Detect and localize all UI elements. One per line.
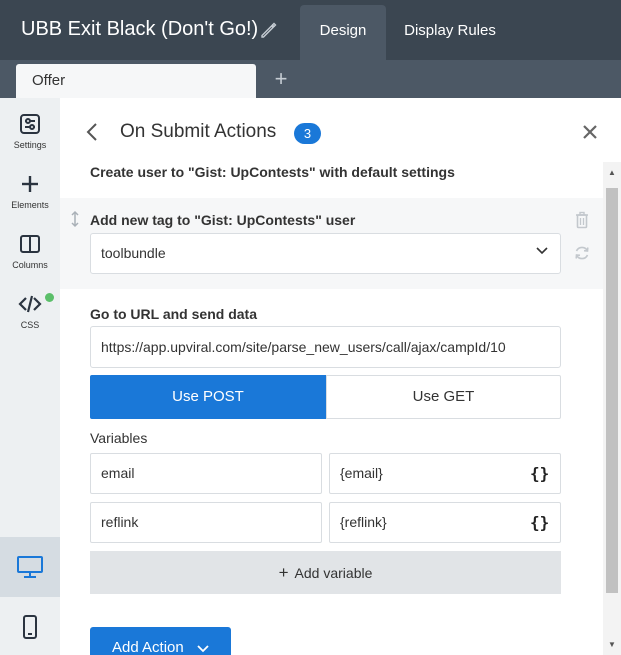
action-add-tag-label: Add new tag to "Gist: UpContests" user [90,212,356,228]
back-arrow-icon[interactable] [84,121,100,143]
braces-icon[interactable]: {} [530,464,549,483]
add-variable-label: Add variable [294,565,373,581]
add-variable-button[interactable]: + Add variable [90,551,561,594]
sidebar-item-label: CSS [20,320,40,330]
code-icon [18,295,42,313]
add-action-label: Add Action [112,639,184,655]
desktop-view-button[interactable] [0,537,60,597]
use-get-button[interactable]: Use GET [326,375,561,419]
sidebar-item-label: Settings [13,140,47,150]
use-post-button[interactable]: Use POST [90,375,326,419]
sidebar-item-elements[interactable]: Elements [0,172,60,228]
scroll-down-arrow-icon[interactable]: ▼ [606,640,618,650]
add-action-button[interactable]: Add Action [90,627,231,655]
count-badge: 3 [294,123,321,144]
url-input[interactable]: https://app.upviral.com/site/parse_new_u… [90,326,561,368]
panel-title: On Submit Actions [120,121,277,142]
pencil-icon[interactable] [259,20,279,40]
sidebar-item-settings[interactable]: Settings [0,112,60,168]
braces-icon[interactable]: {} [530,513,549,532]
status-dot [45,293,54,302]
action-url-label: Go to URL and send data [90,306,257,322]
tab-display-rules[interactable]: Display Rules [392,5,508,57]
sidebar-item-columns[interactable]: Columns [0,232,60,288]
drag-handle-icon[interactable] [68,210,82,228]
mobile-icon [23,615,37,639]
chevron-down-icon[interactable] [535,246,549,256]
settings-icon [20,114,40,134]
sidebar-item-label: Elements [11,200,49,210]
desktop-icon [17,556,43,578]
page-title: UBB Exit Black (Don't Go!) [21,18,259,40]
tag-select[interactable]: toolbundle [90,233,561,274]
variable-value-input[interactable]: {reflink} [329,502,561,543]
sidebar-item-label: Columns [12,260,48,270]
trash-icon[interactable] [573,211,591,229]
action-create-user-label: Create user to "Gist: UpContests" with d… [90,164,455,180]
mobile-view-button[interactable] [0,597,60,655]
plus-icon: + [278,563,289,582]
refresh-icon[interactable] [573,244,591,262]
variables-label: Variables [90,430,148,446]
variable-value-input[interactable]: {email} [329,453,561,494]
add-tab-button[interactable]: + [270,66,292,92]
plus-icon [22,176,38,192]
scrollbar-thumb[interactable] [606,188,618,593]
chevron-down-icon [197,645,209,653]
variable-name-input[interactable]: reflink [90,502,322,543]
close-icon[interactable] [582,124,598,140]
variable-name-input[interactable]: email [90,453,322,494]
scroll-up-arrow-icon[interactable]: ▲ [606,168,618,178]
tab-design[interactable]: Design [300,5,386,60]
sidebar-item-css[interactable]: CSS [0,292,60,348]
tab-offer[interactable]: Offer [16,64,256,98]
columns-icon [20,235,40,253]
